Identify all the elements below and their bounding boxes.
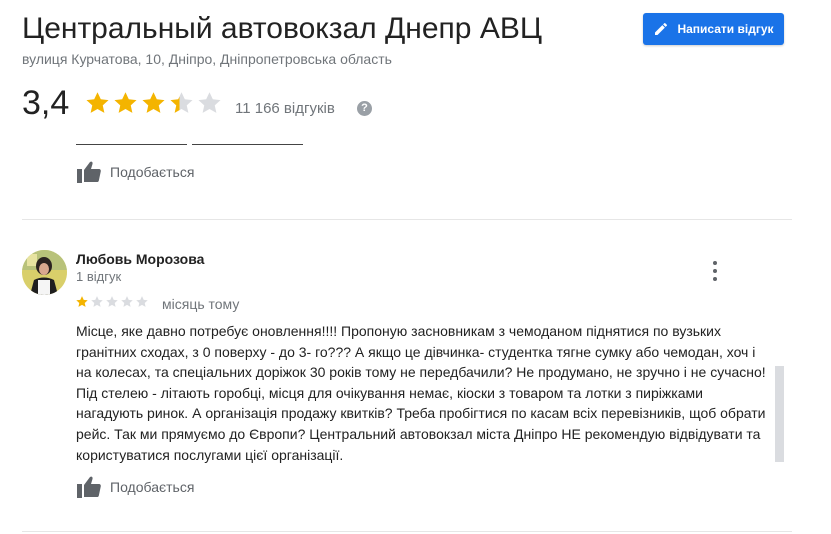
like-label: Подобається [110,164,195,180]
pencil-icon [655,22,668,35]
review-author-name[interactable]: Любовь Морозова [76,251,204,267]
star-icon [142,92,165,113]
review-rating-stars [75,295,149,309]
review-text: Місце, яке давно потребує оновлення!!!! … [76,323,766,463]
thumbs-up-icon [77,161,101,183]
review-date: місяць тому [162,296,240,312]
star-icon [170,92,193,113]
write-review-button[interactable]: Написати відгук [643,13,784,45]
star-icon [136,296,148,307]
rating-stars [84,90,223,117]
divider [22,531,792,532]
star-icon [91,296,103,307]
star-icon [76,296,88,307]
help-icon[interactable]: ? [357,101,372,116]
like-button[interactable]: Подобається [76,475,194,499]
write-review-label: Написати відгук [677,22,774,36]
average-rating: 3,4 [22,84,70,122]
tab-underline [192,144,303,145]
review-count-link[interactable]: 11 166 відгуків [235,100,335,117]
star-icon [86,92,109,113]
place-title: Центральный автовокзал Днепр АВЦ [22,12,543,45]
review-author-count: 1 відгук [76,269,122,284]
place-address: вулиця Курчатова, 10, Дніпро, Дніпропетр… [22,51,392,67]
more-options-icon[interactable] [708,260,722,282]
like-button[interactable]: Подобається [76,160,194,184]
star-icon [198,92,221,113]
thumbs-up-icon [77,476,101,498]
star-icon [121,296,133,307]
scrollbar[interactable] [775,366,784,462]
tab-underline [76,144,187,145]
like-label: Подобається [110,479,195,495]
star-icon [106,296,118,307]
divider [22,219,792,220]
avatar[interactable] [22,250,67,295]
star-icon [114,92,137,113]
